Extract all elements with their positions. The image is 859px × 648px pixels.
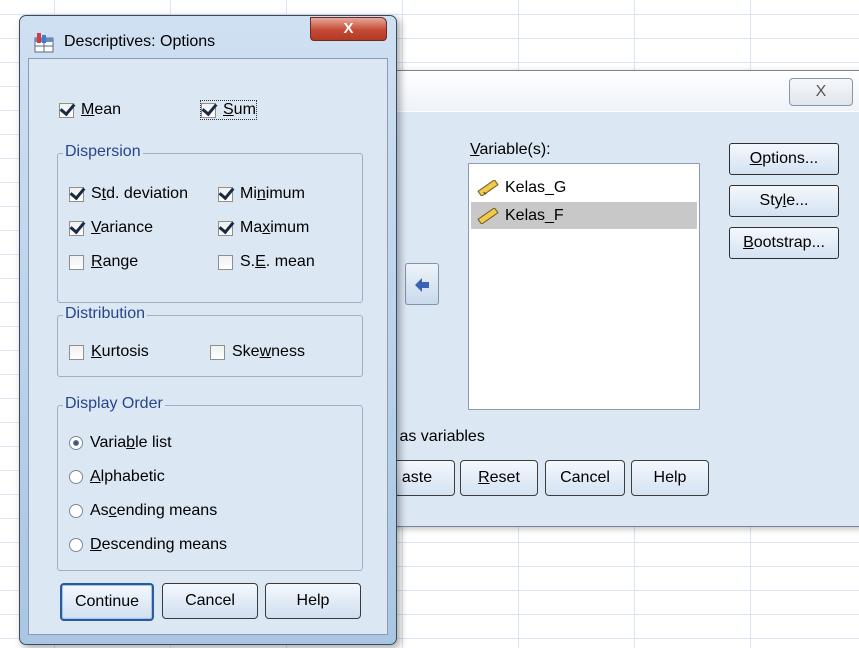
list-item[interactable]: Kelas_F: [471, 202, 697, 229]
checkbox-checked-icon: [59, 102, 74, 118]
ascending-means-radio[interactable]: Ascending means: [69, 502, 217, 520]
range-checkbox[interactable]: Range: [69, 253, 138, 271]
ascending-means-label: Ascending means: [90, 502, 218, 519]
continue-button[interactable]: Continue: [60, 583, 154, 621]
options-dialog-title: Descriptives: Options: [64, 33, 216, 50]
variables-list[interactable]: Kelas_G Kelas_F: [468, 163, 700, 410]
minimum-checkbox[interactable]: Minimum: [218, 185, 305, 203]
options-dialog: Descriptives: Options X Mean Sum Dispers…: [19, 15, 397, 645]
descriptives-app-icon: [34, 33, 54, 53]
scale-variable-icon: [477, 207, 499, 224]
mean-label: Mean: [81, 101, 122, 118]
distribution-group: Distribution Kurtosis Skewness: [57, 305, 363, 377]
checkbox-checked-icon: [69, 220, 84, 236]
list-item[interactable]: Kelas_G: [471, 174, 697, 201]
style-button[interactable]: Style...: [729, 185, 839, 217]
radio-unselected-icon: [69, 538, 83, 552]
checkbox-unchecked-icon: [69, 254, 84, 270]
maximum-checkbox[interactable]: Maximum: [218, 219, 309, 237]
scale-variable-icon: [477, 179, 499, 196]
alphabetic-radio[interactable]: Alphabetic: [69, 468, 165, 486]
dispersion-group: Dispersion Std. deviation Minimum Varian…: [57, 143, 363, 303]
minimum-label: Minimum: [240, 185, 305, 202]
close-icon: X: [343, 20, 354, 37]
std-deviation-checkbox[interactable]: Std. deviation: [69, 185, 188, 203]
cancel-button[interactable]: Cancel: [162, 583, 258, 619]
radio-selected-icon: [69, 436, 83, 450]
display-order-group: Display Order Variable list Alphabetic A…: [57, 395, 363, 571]
maximum-label: Maximum: [240, 219, 310, 236]
checkbox-unchecked-icon: [69, 344, 84, 360]
cancel-button[interactable]: Cancel: [545, 460, 625, 496]
close-icon: X: [815, 83, 827, 100]
save-as-variables-label: s as variables: [387, 428, 485, 445]
arrow-left-icon: [415, 278, 429, 292]
sum-checkbox[interactable]: Sum: [200, 99, 257, 121]
variable-list-radio[interactable]: Variable list: [69, 434, 172, 452]
mean-checkbox[interactable]: Mean: [59, 101, 121, 119]
checkbox-unchecked-icon: [210, 344, 225, 360]
checkbox-checked-icon: [218, 220, 233, 236]
variance-checkbox[interactable]: Variance: [69, 219, 153, 237]
bootstrap-button[interactable]: Bootstrap...: [729, 227, 839, 259]
help-button[interactable]: Help: [265, 583, 361, 619]
options-close-button[interactable]: X: [310, 17, 387, 41]
descending-means-label: Descending means: [90, 536, 227, 553]
display-order-group-title: Display Order: [63, 395, 165, 413]
std-deviation-label: Std. deviation: [91, 185, 188, 202]
reset-button[interactable]: Reset: [460, 460, 538, 496]
se-mean-label: S.E. mean: [240, 253, 315, 270]
variable-list-label: Variable list: [90, 434, 172, 451]
checkbox-unchecked-icon: [218, 254, 233, 270]
distribution-group-title: Distribution: [63, 305, 148, 323]
options-dialog-body: Mean Sum Dispersion Std. deviation Minim…: [28, 58, 388, 635]
checkbox-checked-icon: [69, 186, 84, 202]
options-button[interactable]: Options...: [729, 143, 839, 175]
radio-unselected-icon: [69, 504, 83, 518]
sum-label: Sum: [223, 101, 256, 118]
range-label: Range: [91, 253, 139, 270]
se-mean-checkbox[interactable]: S.E. mean: [218, 253, 315, 271]
descending-means-radio[interactable]: Descending means: [69, 536, 227, 554]
kurtosis-label: Kurtosis: [91, 343, 149, 360]
kurtosis-checkbox[interactable]: Kurtosis: [69, 343, 149, 361]
alphabetic-label: Alphabetic: [90, 468, 165, 485]
checkbox-checked-icon: [218, 186, 233, 202]
skewness-checkbox[interactable]: Skewness: [210, 343, 305, 361]
variance-label: Variance: [91, 219, 153, 236]
variables-label: Variable(s):: [470, 141, 551, 158]
skewness-label: Skewness: [232, 343, 305, 360]
move-variable-button[interactable]: [405, 263, 439, 305]
radio-unselected-icon: [69, 470, 83, 484]
descriptives-close-button[interactable]: X: [789, 78, 853, 106]
checkbox-checked-icon: [201, 102, 216, 118]
help-button[interactable]: Help: [631, 460, 709, 496]
dispersion-group-title: Dispersion: [63, 143, 143, 161]
